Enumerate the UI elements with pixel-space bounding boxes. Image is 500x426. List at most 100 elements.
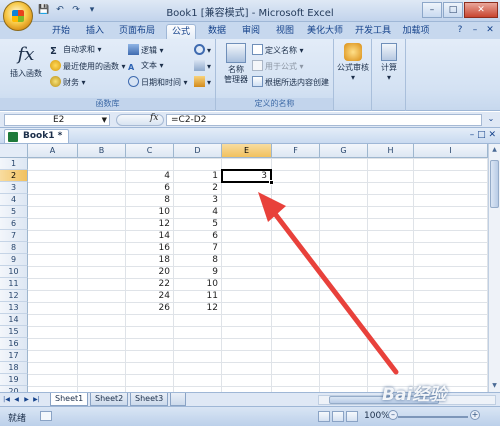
row-header-12[interactable]: 12 <box>0 290 28 302</box>
cell-c9[interactable]: 18 <box>126 254 172 266</box>
cell-d4[interactable]: 3 <box>174 194 220 206</box>
insert-function-fx-icon[interactable]: fx <box>150 113 158 123</box>
cell-d10[interactable]: 9 <box>174 266 220 278</box>
column-header-a[interactable]: A <box>28 144 78 158</box>
cell-d8[interactable]: 7 <box>174 242 220 254</box>
calculation-button[interactable]: 计算 ▾ <box>374 43 404 83</box>
vertical-scrollbar[interactable]: ▲ ▼ <box>488 144 500 392</box>
first-sheet-icon[interactable]: |◀ <box>2 395 11 405</box>
cell-c7[interactable]: 14 <box>126 230 172 242</box>
cell-c8[interactable]: 16 <box>126 242 172 254</box>
cell-c10[interactable]: 20 <box>126 266 172 278</box>
row-header-1[interactable]: 1 <box>0 158 28 170</box>
spreadsheet-grid[interactable]: ▲ ▼ A B C D E F G H I 1 2 3 4 5 6 7 8 9 10 11 12 13 14 15 16 17 18… <box>0 144 500 398</box>
row-header-6[interactable]: 6 <box>0 218 28 230</box>
row-header-18[interactable]: 18 <box>0 362 28 374</box>
next-sheet-icon[interactable]: ▶ <box>22 395 31 405</box>
more-functions-button[interactable]: ▾ <box>194 76 211 88</box>
select-all-corner[interactable] <box>0 144 28 158</box>
sheet-tab-3[interactable]: Sheet3 <box>130 393 169 406</box>
row-header-13[interactable]: 13 <box>0 302 28 314</box>
row-header-11[interactable]: 11 <box>0 278 28 290</box>
column-header-c[interactable]: C <box>126 144 174 158</box>
row-header-8[interactable]: 8 <box>0 242 28 254</box>
cell-c2[interactable]: 4 <box>126 170 172 182</box>
row-header-19[interactable]: 19 <box>0 374 28 386</box>
normal-view-icon[interactable] <box>318 411 330 422</box>
zoom-level[interactable]: 100% <box>364 411 390 421</box>
scroll-up-icon[interactable]: ▲ <box>489 144 500 156</box>
insert-function-button[interactable]: fx 插入函数 <box>6 43 46 79</box>
minimize-button[interactable]: – <box>422 2 442 18</box>
cell-d13[interactable]: 12 <box>174 302 220 314</box>
cell-d11[interactable]: 10 <box>174 278 220 290</box>
tab-home[interactable]: 开始 <box>46 24 76 39</box>
ribbon-minimize-icon[interactable]: – <box>469 24 481 36</box>
column-header-f[interactable]: F <box>272 144 320 158</box>
recent-functions-button[interactable]: 最近使用的函数 ▾ <box>50 60 126 72</box>
zoom-slider[interactable] <box>398 416 468 418</box>
name-manager-button[interactable]: 名称 管理器 <box>220 43 252 85</box>
ribbon-close-icon[interactable]: ✕ <box>484 24 496 36</box>
macro-record-icon[interactable] <box>40 411 52 421</box>
cell-c5[interactable]: 10 <box>126 206 172 218</box>
cell-c4[interactable]: 8 <box>126 194 172 206</box>
define-name-button[interactable]: 定义名称 ▾ <box>252 44 304 56</box>
workbook-tab[interactable]: Book1 * <box>4 129 70 143</box>
column-header-b[interactable]: B <box>78 144 126 158</box>
cell-d6[interactable]: 5 <box>174 218 220 230</box>
help-icon[interactable]: ? <box>454 24 466 36</box>
cell-d9[interactable]: 8 <box>174 254 220 266</box>
formula-auditing-button[interactable]: 公式审核 ▾ <box>336 43 370 83</box>
tab-page-layout[interactable]: 页面布局 <box>114 24 160 39</box>
autosum-button[interactable]: Σ 自动求和 ▾ <box>50 44 102 57</box>
formula-input[interactable]: =C2-D2 <box>166 114 482 126</box>
cell-c13[interactable]: 26 <box>126 302 172 314</box>
cell-d3[interactable]: 2 <box>174 182 220 194</box>
chevron-down-icon[interactable]: ▼ <box>102 115 107 125</box>
last-sheet-icon[interactable]: ▶| <box>32 395 41 405</box>
logical-button[interactable]: 逻辑 ▾ <box>128 44 164 56</box>
vertical-scroll-thumb[interactable] <box>490 160 499 208</box>
column-header-g[interactable]: G <box>320 144 368 158</box>
cell-c6[interactable]: 12 <box>126 218 172 230</box>
fill-handle[interactable] <box>269 180 274 185</box>
name-box[interactable]: E2 ▼ <box>4 114 110 126</box>
cell-d12[interactable]: 11 <box>174 290 220 302</box>
row-header-5[interactable]: 5 <box>0 206 28 218</box>
zoom-out-button[interactable]: – <box>388 410 398 420</box>
cell-c12[interactable]: 24 <box>126 290 172 302</box>
row-header-17[interactable]: 17 <box>0 350 28 362</box>
tab-developer[interactable]: 开发工具 <box>352 24 394 39</box>
maximize-button[interactable]: □ <box>443 2 463 18</box>
column-header-d[interactable]: D <box>174 144 222 158</box>
financial-button[interactable]: 财务 ▾ <box>50 76 86 88</box>
prev-sheet-icon[interactable]: ◀ <box>12 395 21 405</box>
row-header-3[interactable]: 3 <box>0 182 28 194</box>
cell-d5[interactable]: 4 <box>174 206 220 218</box>
tab-review[interactable]: 审阅 <box>236 24 266 39</box>
cell-c3[interactable]: 6 <box>126 182 172 194</box>
tab-insert[interactable]: 插入 <box>80 24 110 39</box>
sheet-tab-1[interactable]: Sheet1 <box>50 393 89 406</box>
column-header-e[interactable]: E <box>222 144 272 158</box>
math-button[interactable]: ▾ <box>194 60 211 72</box>
datetime-button[interactable]: 日期和时间 ▾ <box>128 76 188 88</box>
row-header-2[interactable]: 2 <box>0 170 28 182</box>
page-layout-view-icon[interactable] <box>332 411 344 422</box>
lookup-button[interactable]: ▾ <box>194 44 211 56</box>
tab-view[interactable]: 视图 <box>270 24 300 39</box>
create-from-selection-button[interactable]: 根据所选内容创建 <box>252 76 329 88</box>
office-button[interactable] <box>3 1 33 31</box>
tab-addins[interactable]: 加载项 <box>398 24 434 39</box>
column-header-i[interactable]: I <box>414 144 488 158</box>
tab-data[interactable]: 数据 <box>202 24 232 39</box>
tab-beautify[interactable]: 美化大师 <box>304 24 346 39</box>
tab-formulas[interactable]: 公式 <box>166 24 196 39</box>
column-header-h[interactable]: H <box>368 144 414 158</box>
page-break-view-icon[interactable] <box>346 411 358 422</box>
cell-e2[interactable]: 3 <box>222 170 269 182</box>
row-header-9[interactable]: 9 <box>0 254 28 266</box>
expand-formula-bar-icon[interactable]: ⌄ <box>486 114 496 126</box>
sheet-tab-2[interactable]: Sheet2 <box>90 393 129 406</box>
